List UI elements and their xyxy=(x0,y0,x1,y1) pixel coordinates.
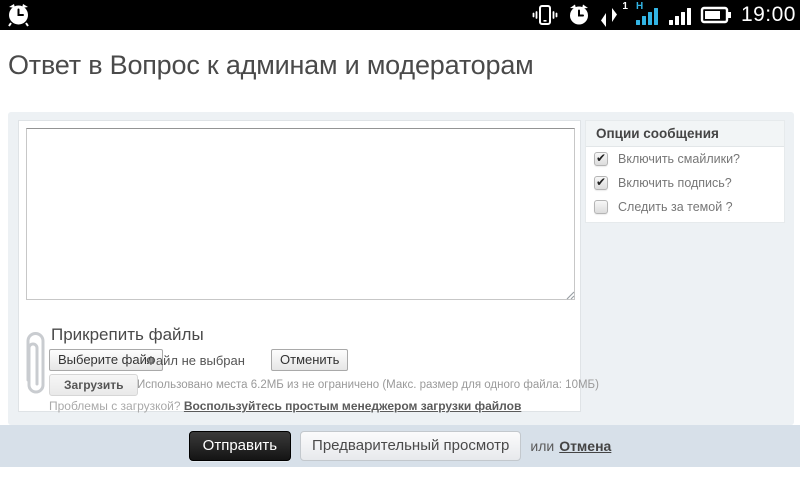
signal-bars-blue-icon: H xyxy=(636,2,662,28)
checkmark-icon: ✔ xyxy=(596,176,606,188)
cancel-file-button[interactable]: Отменить xyxy=(271,349,348,371)
preview-button[interactable]: Предварительный просмотр xyxy=(300,431,521,461)
submit-button[interactable]: Отправить xyxy=(189,431,291,461)
storage-usage-text: Использовано места 6.2МБ из не ограничен… xyxy=(137,379,599,391)
message-textarea[interactable] xyxy=(26,128,575,300)
upload-problems-text: Проблемы с загрузкой? xyxy=(49,399,184,413)
or-text: или xyxy=(530,438,554,454)
screen: 1 H 19:00 Ответ в Вопрос к админам и мод… xyxy=(0,0,800,480)
compose-box: Прикрепить файлы Выберите файл Файл не в… xyxy=(18,120,581,412)
option-label[interactable]: Включить подпись? xyxy=(618,176,732,190)
message-options-panel: Опции сообщения ✔ Включить смайлики? ✔ В… xyxy=(585,120,785,223)
upload-problems-row: Проблемы с загрузкой? Воспользуйтесь про… xyxy=(49,399,521,413)
checkbox-enable-signature[interactable]: ✔ xyxy=(594,176,608,190)
signal-bars-white-icon xyxy=(669,2,693,28)
option-label[interactable]: Включить смайлики? xyxy=(618,152,740,166)
upload-button[interactable]: Загрузить xyxy=(49,374,138,396)
footer-action-bar: Отправить Предварительный просмотр или О… xyxy=(0,425,800,467)
vibrate-icon xyxy=(531,3,559,27)
network-number-label: 1 xyxy=(622,1,628,12)
checkbox-watch-topic[interactable] xyxy=(594,200,608,214)
option-enable-signature[interactable]: ✔ Включить подпись? xyxy=(586,171,784,195)
upload-row: Загрузить Использовано места 6.2МБ из не… xyxy=(49,374,577,396)
file-input-row: Выберите файл Файл не выбран Отменить xyxy=(49,349,569,371)
page-title: Ответ в Вопрос к админам и модераторам xyxy=(8,50,534,81)
battery-icon xyxy=(700,3,732,27)
checkmark-icon: ✔ xyxy=(596,152,606,164)
checkbox-enable-smilies[interactable]: ✔ xyxy=(594,152,608,166)
option-label[interactable]: Следить за темой ? xyxy=(618,200,733,214)
option-enable-smilies[interactable]: ✔ Включить смайлики? xyxy=(586,147,784,171)
option-watch-topic[interactable]: Следить за темой ? xyxy=(586,195,784,219)
message-options-title: Опции сообщения xyxy=(586,121,784,147)
upload-manager-link[interactable]: Воспользуйтесь простым менеджером загруз… xyxy=(184,399,521,413)
paperclip-icon xyxy=(21,326,49,409)
alarm-clock-icon xyxy=(6,3,31,27)
status-time: 19:00 xyxy=(739,3,796,27)
status-bar: 1 H 19:00 xyxy=(0,0,800,30)
attach-files-heading: Прикрепить файлы xyxy=(51,325,204,345)
cancel-link[interactable]: Отмена xyxy=(559,438,611,454)
data-arrows-icon: 1 xyxy=(599,2,629,28)
no-file-selected-text: Файл не выбран xyxy=(146,353,245,368)
alarm-clock-icon xyxy=(566,3,592,27)
